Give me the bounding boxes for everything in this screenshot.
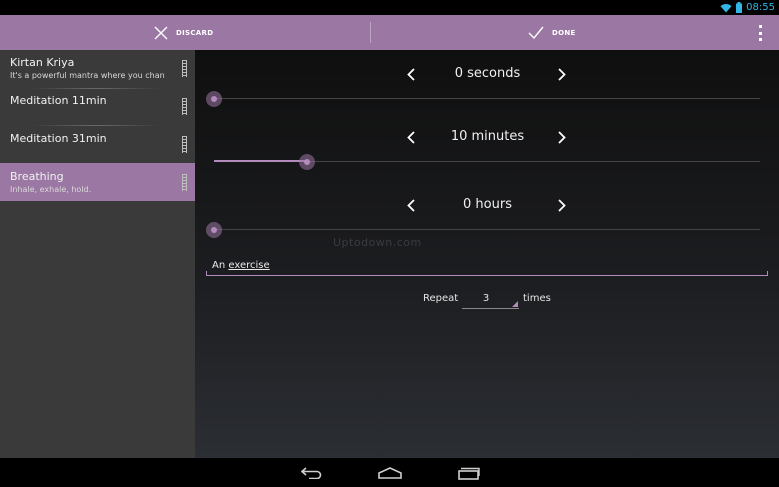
hours-slider[interactable] [206,222,760,238]
battery-icon [736,2,743,13]
home-button[interactable] [375,462,405,484]
hours-value: 0 hours [463,197,512,212]
checkmark-icon [528,26,544,39]
description-underlined-word: exercise [228,260,270,271]
chevron-right-icon [558,198,566,212]
list-item-title: Meditation 11min [10,94,107,107]
minutes-slider[interactable] [214,154,760,170]
status-icons: 08:55 [720,1,775,14]
list-item-title: Breathing [10,170,64,183]
drag-handle-icon[interactable] [182,136,187,153]
list-item-title: Kirtan Kriya [10,56,75,69]
slider-fill [214,160,307,162]
description-prefix: An [212,260,229,271]
minutes-decrease-button[interactable] [401,125,421,149]
close-icon [154,26,168,39]
list-item-kirtan-kriya[interactable]: Kirtan Kriya It's a powerful mantra wher… [0,50,195,88]
done-button[interactable]: DONE [528,15,576,50]
overflow-menu-icon[interactable] [757,25,763,41]
recent-apps-button[interactable] [454,462,484,484]
drag-handle-icon[interactable] [182,98,187,115]
discard-label: DISCARD [176,28,214,37]
list-item-meditation-31min[interactable]: Meditation 31min [0,126,195,163]
list-item-meditation-11min[interactable]: Meditation 11min [0,88,195,125]
repeat-label: Repeat [423,293,459,304]
list-item-subtitle: Inhale, exhale, hold. [10,185,92,194]
seconds-decrease-button[interactable] [401,62,421,86]
hours-picker: 0 hours [195,193,779,217]
recent-apps-icon [458,467,480,480]
minutes-picker: 10 minutes [195,125,779,149]
hours-decrease-button[interactable] [401,193,421,217]
slider-track [214,98,760,99]
description-input[interactable]: An exercise [206,256,768,276]
hours-increase-button[interactable] [552,193,572,217]
minutes-increase-button[interactable] [552,125,572,149]
repeat-suffix: times [523,293,551,304]
seconds-increase-button[interactable] [552,62,572,86]
action-bar: DISCARD DONE [0,15,779,50]
chevron-right-icon [558,130,566,144]
repeat-count-spinner[interactable]: 3 [462,290,519,309]
list-item-subtitle: It's a powerful mantra where you chant..… [10,71,165,80]
discard-button[interactable]: DISCARD [154,15,213,50]
exercise-editor: 0 seconds 10 minutes 0 hours Uptodown.co… [195,50,779,458]
done-label: DONE [552,28,576,37]
watermark: Uptodown.com [333,236,422,249]
chevron-right-icon [558,67,566,81]
list-item-title: Meditation 31min [10,132,107,145]
action-bar-divider [370,22,371,43]
drag-handle-icon[interactable] [182,174,187,191]
navigation-bar [0,458,779,487]
slider-thumb[interactable] [299,154,315,170]
slider-track [214,229,760,230]
seconds-value: 0 seconds [454,66,521,81]
seconds-slider[interactable] [206,91,760,107]
repeat-count-value: 3 [482,293,490,304]
minutes-value: 10 minutes [450,129,525,144]
home-icon [378,467,402,479]
status-bar: 08:55 [0,0,779,15]
exercise-list: Kirtan Kriya It's a powerful mantra wher… [0,50,195,458]
slider-thumb[interactable] [206,91,222,107]
chevron-left-icon [407,198,415,212]
wifi-icon [720,3,732,13]
spinner-arrow-icon [512,301,518,307]
back-button[interactable] [297,462,327,484]
drag-handle-icon[interactable] [182,60,187,77]
status-time: 08:55 [746,2,775,13]
description-text: An exercise [212,260,270,271]
back-icon [301,467,322,479]
chevron-left-icon [407,130,415,144]
slider-thumb[interactable] [206,222,222,238]
chevron-left-icon [407,67,415,81]
list-item-breathing[interactable]: Breathing Inhale, exhale, hold. [0,163,195,201]
seconds-picker: 0 seconds [195,62,779,86]
